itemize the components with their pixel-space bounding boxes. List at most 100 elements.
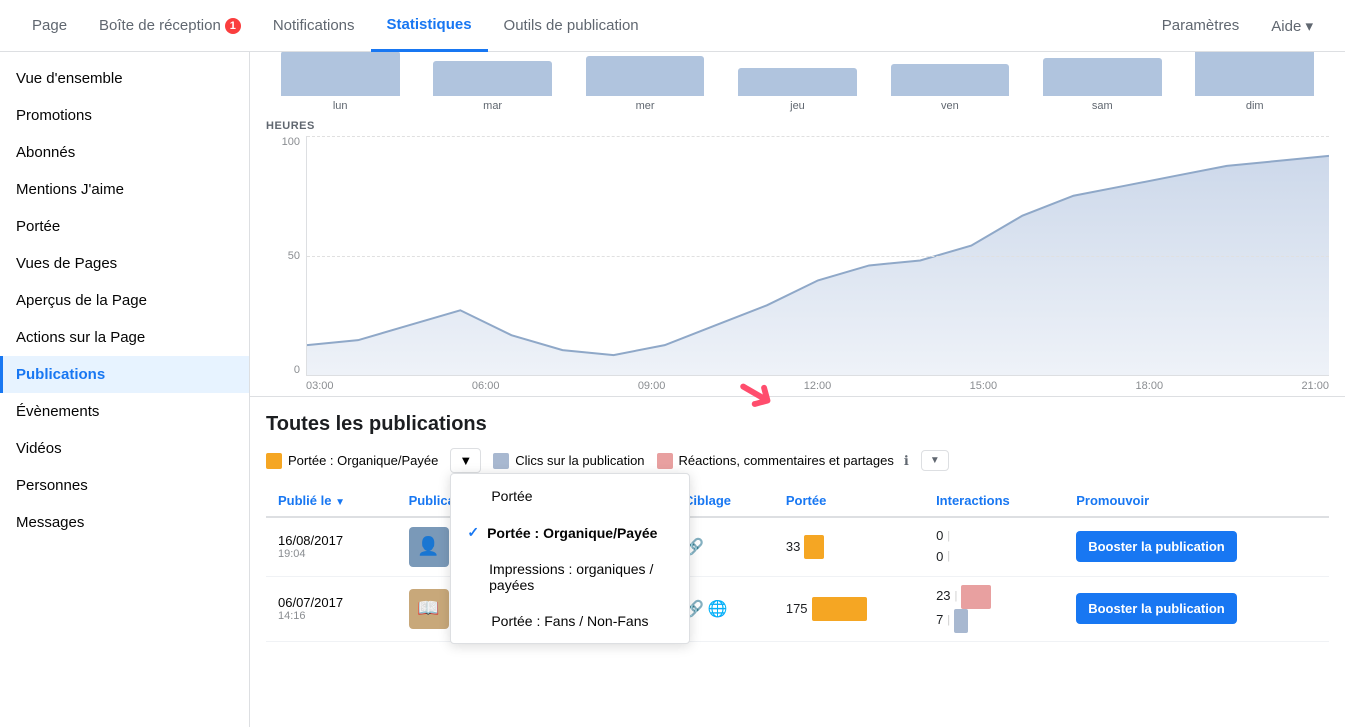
- sidebar-item-actions-page[interactable]: Actions sur la Page: [0, 319, 249, 356]
- y-label-50: 50: [288, 250, 300, 262]
- day-label-mer: mer: [636, 100, 655, 112]
- day-bar-sam: [1043, 58, 1162, 96]
- day-col-mer: mer: [571, 56, 719, 112]
- row1-time: 19:04: [278, 548, 385, 560]
- row2-int-b-sep: |: [947, 612, 950, 630]
- sidebar-item-evenements[interactable]: Évènements: [0, 393, 249, 430]
- th-interactions: Interactions: [924, 485, 1064, 517]
- day-bar-ven: [891, 64, 1010, 96]
- nav-page[interactable]: Page: [16, 0, 83, 52]
- sidebar-item-messages[interactable]: Messages: [0, 504, 249, 541]
- dropdown-item-fans[interactable]: Portée : Fans / Non-Fans: [451, 603, 689, 639]
- portee-dropdown-btn[interactable]: ▼: [450, 448, 481, 473]
- row2-boost-button[interactable]: Booster la publication: [1076, 593, 1237, 624]
- sidebar-item-portee[interactable]: Portée: [0, 208, 249, 245]
- reactions-dropdown-arrow: ▼: [930, 455, 940, 466]
- day-label-jeu: jeu: [790, 100, 805, 112]
- row1-int-a-val: 0: [936, 526, 943, 547]
- nav-statistiques[interactable]: Statistiques: [371, 0, 488, 52]
- x-label-12: 12:00: [804, 380, 832, 392]
- nav-aide[interactable]: Aide ▾: [1255, 0, 1329, 52]
- day-bar-mer: [586, 56, 705, 96]
- table-body: 16/08/2017 19:04 👤 B... E...: [266, 517, 1329, 641]
- y-label-100: 100: [282, 136, 300, 148]
- th-publie-le[interactable]: Publié le ▼: [266, 485, 397, 517]
- sidebar-item-personnes[interactable]: Personnes: [0, 467, 249, 504]
- nav-inbox[interactable]: Boîte de réception 1: [83, 0, 257, 52]
- th-promouvoir: Promouvoir: [1064, 485, 1329, 517]
- hours-section: HEURES 100 50 0: [250, 112, 1345, 396]
- row1-portee-cell: 33: [774, 517, 924, 576]
- row2-interactions-cell: 23 | 7 |: [924, 576, 1064, 641]
- top-navigation: Page Boîte de réception 1 Notifications …: [0, 0, 1345, 52]
- x-label-18: 18:00: [1136, 380, 1164, 392]
- days-chart: lun mar mer jeu ven: [250, 52, 1345, 112]
- row2-portee-value: 175: [786, 601, 808, 616]
- gridline-top: [307, 136, 1329, 137]
- nav-outils[interactable]: Outils de publication: [488, 0, 655, 52]
- table-row: 16/08/2017 19:04 👤 B... E...: [266, 517, 1329, 576]
- legend-clics-label: Clics sur la publication: [515, 453, 644, 468]
- dropdown-item-portee[interactable]: Portée: [451, 478, 689, 514]
- row2-date: 06/07/2017: [278, 595, 385, 610]
- sidebar-item-videos[interactable]: Vidéos: [0, 430, 249, 467]
- sort-icon: ▼: [335, 497, 345, 508]
- row2-portee-cell: 175: [774, 576, 924, 641]
- dropdown-item-portee-organique-label: Portée : Organique/Payée: [487, 525, 657, 541]
- day-bar-mar: [433, 61, 552, 96]
- sidebar-item-mentions-jaime[interactable]: Mentions J'aime: [0, 171, 249, 208]
- row2-orange-bar: [812, 597, 867, 621]
- sidebar-item-abonnes[interactable]: Abonnés: [0, 134, 249, 171]
- sidebar-item-promotions[interactable]: Promotions: [0, 97, 249, 134]
- publications-table: Publié le ▼ Publication Ciblage Portée I…: [266, 485, 1329, 642]
- portee-dropdown-container: ▼ Portée ✓ Portée : Organique/Payée: [450, 448, 481, 473]
- row2-int-a-val: 23: [936, 586, 950, 607]
- x-axis-hours: 03:00 06:00 09:00 12:00 15:00 18:00 21:0…: [306, 376, 1329, 396]
- nav-notifications[interactable]: Notifications: [257, 0, 371, 52]
- day-label-sam: sam: [1092, 100, 1113, 112]
- day-label-ven: ven: [941, 100, 959, 112]
- row2-blue-bar: [954, 609, 968, 633]
- dropdown-item-impressions[interactable]: Impressions : organiques / payées: [451, 551, 689, 603]
- row1-int-b-val: 0: [936, 547, 943, 568]
- dropdown-item-impressions-label: Impressions : organiques / payées: [489, 561, 673, 593]
- main-content: lun mar mer jeu ven: [250, 52, 1345, 727]
- nav-parametres[interactable]: Paramètres: [1146, 0, 1256, 52]
- day-bar-lun: [281, 52, 400, 96]
- sidebar-item-publications[interactable]: Publications: [0, 356, 249, 393]
- portee-dropdown-menu: Portée ✓ Portée : Organique/Payée Impres…: [450, 473, 690, 644]
- row2-portee-bar: 175: [786, 597, 912, 621]
- chart-section: lun mar mer jeu ven: [250, 52, 1345, 397]
- row1-int-b-sep: |: [947, 548, 950, 566]
- day-label-mar: mar: [483, 100, 502, 112]
- day-col-sam: sam: [1028, 58, 1176, 112]
- main-layout: Vue d'ensemble Promotions Abonnés Mentio…: [0, 52, 1345, 727]
- x-label-06: 06:00: [472, 380, 500, 392]
- row1-interactions: 0 | 0 |: [936, 526, 1052, 568]
- dropdown-item-portee-label: Portée: [491, 488, 532, 504]
- row1-int-b: 0 |: [936, 547, 1052, 568]
- reactions-dropdown-btn[interactable]: ▼: [921, 450, 949, 471]
- check-selected: ✓: [467, 524, 479, 541]
- filter-bar: Portée : Organique/Payée ▼ Portée ✓: [266, 448, 1329, 473]
- y-label-0: 0: [294, 364, 300, 376]
- dropdown-item-portee-organique[interactable]: ✓ Portée : Organique/Payée: [451, 514, 689, 551]
- legend-reactions-label: Réactions, commentaires et partages: [679, 453, 894, 468]
- sidebar-item-vues-pages[interactable]: Vues de Pages: [0, 245, 249, 282]
- row1-thumb-inner: 👤: [409, 527, 449, 567]
- row1-int-a-sep: |: [947, 528, 950, 546]
- row2-time: 14:16: [278, 610, 385, 622]
- row1-boost-button[interactable]: Booster la publication: [1076, 531, 1237, 562]
- day-bar-dim: [1195, 52, 1314, 96]
- gridline-mid: [307, 256, 1329, 257]
- row1-date-cell: 16/08/2017 19:04: [266, 517, 397, 576]
- sidebar-item-vue-ensemble[interactable]: Vue d'ensemble: [0, 60, 249, 97]
- row2-thumb-inner: 📖: [409, 589, 449, 629]
- row1-int-a: 0 |: [936, 526, 1052, 547]
- info-icon[interactable]: ℹ: [904, 453, 909, 469]
- hours-chart: [306, 136, 1329, 376]
- th-publie-le-label: Publié le: [278, 493, 331, 508]
- table-header: Publié le ▼ Publication Ciblage Portée I…: [266, 485, 1329, 517]
- sidebar-item-apercus-page[interactable]: Aperçus de la Page: [0, 282, 249, 319]
- x-label-21: 21:00: [1301, 380, 1329, 392]
